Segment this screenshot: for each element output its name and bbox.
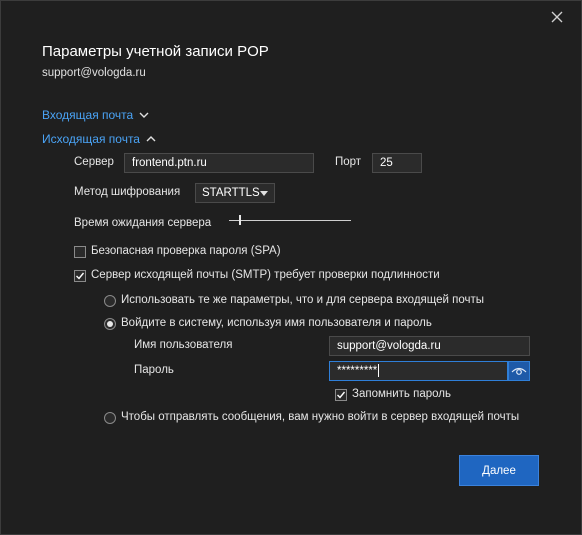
remember-password-label: Запомнить пароль	[352, 388, 451, 400]
radio-same-settings-label: Использовать те же параметры, что и для …	[121, 294, 485, 306]
timeout-slider-track[interactable]	[229, 220, 351, 221]
remember-password-checkbox[interactable]	[335, 389, 347, 401]
radio-same-settings[interactable]	[104, 295, 116, 307]
password-masked-value: *********	[337, 365, 378, 377]
timeout-label: Время ожидания сервера	[74, 217, 212, 229]
smtp-auth-label: Сервер исходящей почты (SMTP) требует пр…	[91, 269, 440, 281]
encryption-label: Метод шифрования	[74, 186, 181, 198]
outgoing-mail-label: Исходящая почта	[42, 132, 140, 146]
incoming-mail-toggle[interactable]: Входящая почта	[42, 108, 149, 122]
server-input[interactable]: frontend.ptn.ru	[124, 153, 314, 173]
radio-login[interactable]	[104, 318, 116, 330]
account-email: support@vologda.ru	[42, 67, 146, 79]
chevron-up-icon	[146, 135, 156, 143]
password-label: Пароль	[134, 364, 174, 376]
dropdown-arrow-icon	[260, 184, 268, 202]
encryption-selected-value: STARTTLS	[202, 187, 260, 199]
checkmark-icon	[76, 272, 85, 280]
spa-label: Безопасная проверка пароля (SPA)	[91, 245, 281, 257]
username-label: Имя пользователя	[134, 339, 233, 351]
text-caret	[378, 364, 380, 378]
show-password-button[interactable]	[508, 361, 530, 381]
radio-pop-before-smtp[interactable]	[104, 412, 116, 424]
next-button[interactable]: Далее	[459, 455, 539, 486]
smtp-auth-checkbox[interactable]	[74, 270, 86, 282]
eye-icon	[511, 367, 527, 375]
username-input[interactable]: support@vologda.ru	[329, 336, 530, 356]
encryption-select[interactable]: STARTTLS	[195, 183, 275, 203]
close-button[interactable]	[546, 6, 568, 28]
port-input[interactable]: 25	[372, 153, 422, 173]
port-label: Порт	[335, 156, 362, 168]
spa-checkbox[interactable]	[74, 246, 86, 258]
account-settings-dialog: Параметры учетной записи POP support@vol…	[0, 0, 582, 535]
checkmark-icon	[337, 391, 346, 399]
chevron-down-icon	[139, 111, 149, 119]
close-icon	[551, 11, 563, 23]
outgoing-mail-toggle[interactable]: Исходящая почта	[42, 132, 156, 146]
radio-pop-before-smtp-label: Чтобы отправлять сообщения, вам нужно во…	[121, 411, 520, 423]
incoming-mail-label: Входящая почта	[42, 108, 134, 122]
server-label: Сервер	[74, 156, 114, 168]
timeout-slider-thumb[interactable]	[238, 215, 241, 225]
password-input[interactable]: *********	[329, 361, 508, 381]
radio-login-label: Войдите в систему, используя имя пользов…	[121, 317, 432, 329]
dialog-title: Параметры учетной записи POP	[42, 43, 269, 60]
radio-selected-dot	[107, 321, 113, 327]
